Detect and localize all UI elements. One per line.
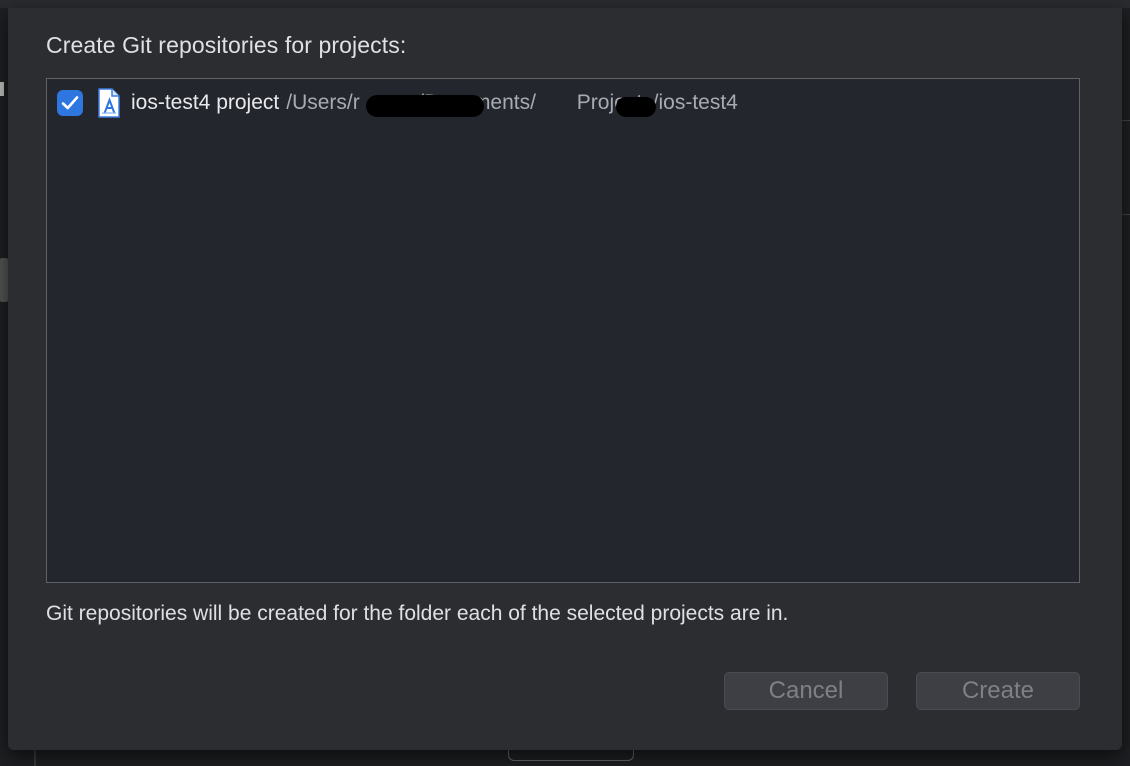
projects-list: ios-test4 project /Users/r /Documents/ P… [46,78,1080,583]
background-fragment [0,82,4,96]
cancel-button[interactable]: Cancel [724,672,888,710]
list-item[interactable]: ios-test4 project /Users/r /Documents/ P… [57,88,1079,118]
info-text: Git repositories will be created for the… [46,602,789,625]
project-path: /Users/r /Documents/ Projects/ios-test4 [286,91,738,117]
project-name: ios-test4 project [131,91,280,114]
background-fragment [0,258,8,302]
background-window-edge [0,0,1130,8]
project-checkbox[interactable] [57,90,83,116]
redaction-mark [616,97,657,117]
checkmark-icon [61,96,79,110]
project-path-text: /Users/r /Documents/ Projects/ios-test4 [286,91,738,114]
create-git-repositories-sheet: Create Git repositories for projects: io… [8,8,1122,750]
create-button[interactable]: Create [916,672,1080,710]
background-divider [34,750,36,766]
xcode-project-file-icon [98,88,120,118]
redaction-mark [366,95,485,117]
dialog-heading: Create Git repositories for projects: [46,32,407,58]
